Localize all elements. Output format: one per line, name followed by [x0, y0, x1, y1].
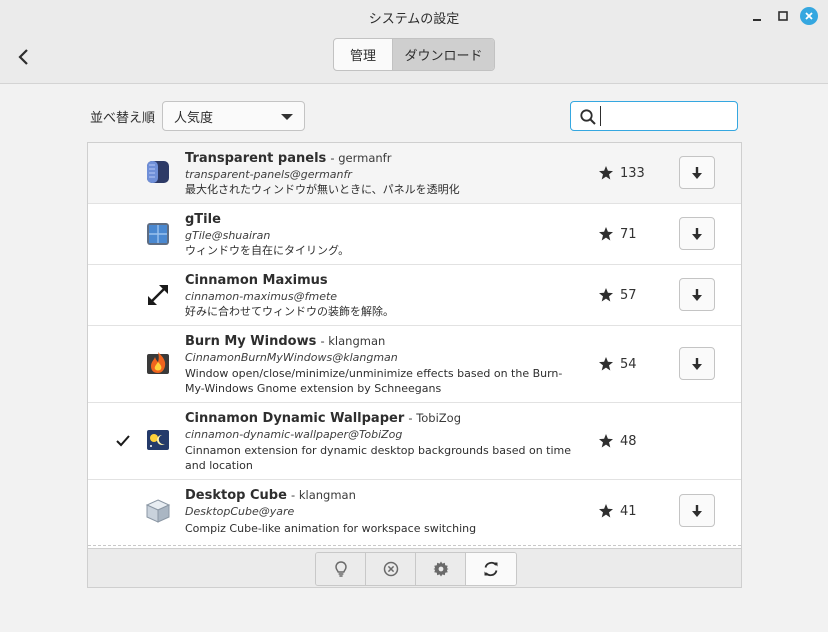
configure-button[interactable] — [416, 553, 466, 585]
download-icon — [692, 227, 702, 240]
star-icon — [599, 434, 613, 448]
extension-author: - klangman — [320, 334, 386, 348]
list-item[interactable]: gTile gTile@shuairan ウィンドウを自在にタイリング。 71 — [88, 204, 741, 265]
view-switcher: 管理 ダウンロード — [333, 38, 495, 71]
gtile-icon — [147, 223, 169, 245]
tab-download[interactable]: ダウンロード — [393, 39, 494, 70]
extension-description: Compiz Cube-like animation for workspace… — [185, 522, 477, 535]
list-item[interactable]: Cinnamon Dynamic Wallpaper - TobiZog cin… — [88, 403, 741, 480]
flame-icon — [147, 352, 169, 374]
download-button[interactable] — [679, 217, 715, 250]
window-title: システムの設定 — [368, 12, 460, 27]
minimize-button[interactable] — [748, 7, 766, 25]
star-icon — [599, 357, 613, 371]
star-icon — [599, 227, 613, 241]
extension-score: 57 — [620, 288, 637, 303]
list-divider — [88, 545, 741, 546]
star-icon — [599, 504, 613, 518]
cube-icon — [145, 499, 171, 523]
refresh-icon — [484, 561, 498, 577]
extension-name: Cinnamon Dynamic Wallpaper — [185, 411, 405, 426]
extension-uuid: CinnamonBurnMyWindows@klangman — [185, 351, 398, 364]
close-icon — [805, 12, 813, 20]
list-item[interactable]: Burn My Windows - klangman CinnamonBurnM… — [88, 326, 741, 403]
extension-description: Cinnamon extension for dynamic desktop b… — [185, 444, 572, 472]
star-icon — [599, 166, 613, 180]
extension-name: gTile — [185, 212, 221, 227]
list-item[interactable]: Desktop Cube - klangman DesktopCube@yare… — [88, 480, 741, 543]
tool-button-group — [315, 552, 517, 586]
extension-uuid: cinnamon-maximus@fmete — [185, 290, 338, 303]
download-button[interactable] — [679, 156, 715, 189]
extension-list: Transparent panels - germanfr transparen… — [87, 142, 742, 549]
header-bar: 管理 ダウンロード — [0, 32, 828, 84]
download-button[interactable] — [679, 278, 715, 311]
list-item[interactable]: Cinnamon Maximus cinnamon-maximus@fmete … — [88, 265, 741, 326]
sort-dropdown-value: 人気度 — [174, 110, 214, 126]
extension-author: - klangman — [291, 488, 356, 502]
extension-name: Transparent panels — [185, 151, 327, 166]
sort-dropdown[interactable]: 人気度 — [162, 101, 305, 131]
download-icon — [692, 166, 702, 179]
back-button[interactable] — [10, 42, 38, 72]
extension-description: Window open/close/minimize/unminimize ef… — [185, 367, 563, 395]
close-button[interactable] — [800, 7, 818, 25]
extension-score: 48 — [620, 434, 637, 449]
extension-score: 71 — [620, 227, 637, 242]
star-icon — [599, 288, 613, 302]
tab-manage[interactable]: 管理 — [334, 39, 393, 70]
refresh-button[interactable] — [466, 553, 516, 585]
check-icon — [116, 435, 130, 447]
bottom-toolbar — [87, 548, 742, 588]
extension-uuid: gTile@shuairan — [185, 229, 271, 242]
gear-icon — [433, 561, 448, 577]
extension-description: 好みに合わせてウィンドウの装飾を解除。 — [185, 305, 394, 318]
extension-uuid: transparent-panels@germanfr — [185, 168, 352, 181]
extension-author: - germanfr — [330, 151, 392, 165]
download-icon — [692, 288, 702, 301]
sort-label: 並べ替え順 — [90, 111, 156, 126]
maximize-arrows-icon — [148, 285, 168, 305]
download-icon — [692, 504, 702, 517]
minimize-icon — [753, 19, 761, 21]
extension-score: 41 — [620, 504, 637, 519]
more-info-button[interactable] — [316, 553, 366, 585]
search-input[interactable] — [600, 106, 730, 126]
extension-score: 54 — [620, 357, 637, 372]
maximize-icon — [778, 11, 788, 21]
download-button[interactable] — [679, 494, 715, 527]
download-icon — [692, 357, 702, 370]
dropdown-arrow-icon — [281, 114, 293, 120]
extension-score: 133 — [620, 166, 645, 181]
extension-uuid: cinnamon-dynamic-wallpaper@TobiZog — [185, 428, 403, 441]
remove-icon — [383, 561, 398, 577]
extension-name: Desktop Cube — [185, 488, 287, 503]
maximize-button[interactable] — [774, 7, 792, 25]
search-icon — [580, 109, 596, 125]
search-box[interactable] — [570, 101, 738, 131]
lightbulb-icon — [334, 561, 347, 577]
extension-description: 最大化されたウィンドウが無いときに、パネルを透明化 — [185, 183, 460, 196]
extension-description: ウィンドウを自在にタイリング。 — [185, 244, 350, 257]
extension-name: Cinnamon Maximus — [185, 273, 328, 288]
extension-author: - TobiZog — [408, 411, 462, 425]
extension-uuid: DesktopCube@yare — [185, 505, 295, 518]
transparent-panels-icon — [147, 161, 169, 183]
list-item[interactable]: Transparent panels - germanfr transparen… — [88, 143, 741, 204]
dynamic-wallpaper-icon — [147, 430, 169, 450]
uninstall-button[interactable] — [366, 553, 416, 585]
download-button[interactable] — [679, 347, 715, 380]
back-arrow-icon — [18, 49, 28, 65]
extension-name: Burn My Windows — [185, 334, 317, 349]
title-bar: システムの設定 — [0, 0, 828, 32]
